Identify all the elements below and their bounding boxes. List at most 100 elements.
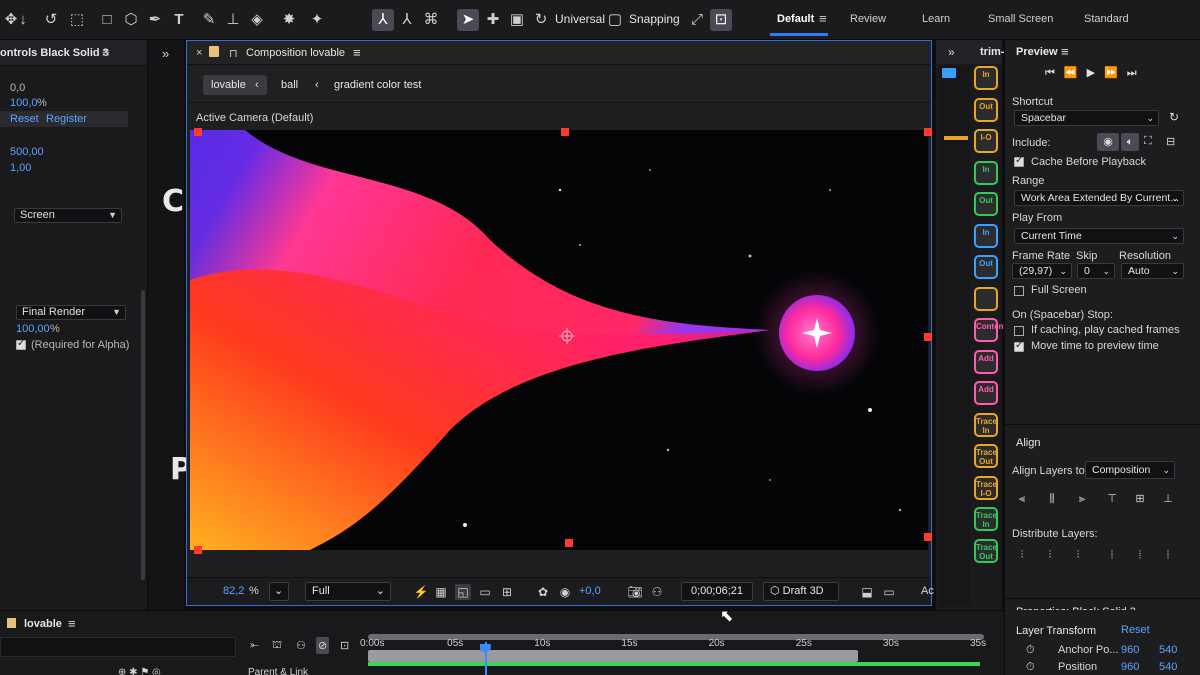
workspace-default[interactable]: Default [777,13,814,25]
timeline-close-icon[interactable] [7,618,16,628]
stamp-tool-icon[interactable]: ⊥ [222,9,244,31]
distribute-top-icon[interactable]: ⫶ [1015,548,1029,562]
trim-button[interactable]: Add [974,349,998,374]
include-video-eye-icon[interactable]: ◉ [1097,133,1119,151]
lock-icon[interactable]: ⊓ [229,47,238,60]
blend-mode-dropdown[interactable]: Screen ▼ [14,208,122,223]
distribute-vcenter-icon[interactable]: ⫶ [1043,548,1057,562]
workspace-small-screen[interactable]: Small Screen [988,13,1053,25]
param-value-1[interactable]: 0,0 [10,82,25,94]
zoom-value[interactable]: 82,2 [223,585,244,597]
trim-button[interactable]: Trace I-O [974,475,998,500]
align-horizontal-center-icon[interactable]: ⫼ [1045,492,1059,506]
timeline-comp-tab[interactable]: lovable [24,618,62,630]
param-value-2[interactable]: 100,0 [10,97,38,109]
distribute-bottom-icon[interactable]: ⫶ [1071,548,1085,562]
align-to-dropdown[interactable]: Composition ⌄ [1085,461,1175,479]
workspace-review[interactable]: Review [850,13,886,25]
show-snapshot-icon[interactable]: ⚇ [649,584,665,600]
workspace-menu-icon[interactable]: ≡ [819,11,827,26]
include-audio-speaker-icon[interactable]: 🔈︎ [1121,133,1139,151]
cube-tool-icon[interactable]: ⬡ [120,9,142,31]
move-time-checkbox[interactable] [1014,340,1024,352]
exposure-reset-icon[interactable]: ◉ [557,584,573,600]
reset-link[interactable]: Reset [10,113,39,125]
breadcrumb-ball[interactable]: ball [273,75,306,95]
renderer-button[interactable]: ⬡ Draft 3D [763,582,839,601]
panel-menu-icon[interactable]: ≡ [102,45,110,60]
trim-button[interactable]: Content [974,318,1006,342]
panel-menu-icon[interactable]: ≡ [1061,44,1069,59]
universal-label[interactable]: Universal [555,12,605,26]
snapping-label[interactable]: Snapping [629,12,680,26]
work-area-bar[interactable] [368,650,858,662]
register-link[interactable]: Register [46,113,87,125]
stopwatch-icon[interactable]: ⏱ [1026,644,1035,657]
trim-button[interactable]: I-O [974,129,998,153]
stopwatch-icon[interactable]: ⏱ [1026,661,1035,674]
workspace-standard[interactable]: Standard [1084,13,1129,25]
reset-shortcut-icon[interactable]: ↻ [1169,110,1179,124]
workspace-learn[interactable]: Learn [922,13,950,25]
first-frame-icon[interactable]: ⏮ [1045,67,1064,79]
transform-handle[interactable] [194,128,202,136]
align-top-icon[interactable]: ⊤ [1105,492,1119,506]
timeline-search-input[interactable] [0,637,236,657]
region-of-interest-icon[interactable]: ▭ [477,584,493,600]
draft-3d-icon[interactable]: ⛫ [272,639,282,653]
trim-button[interactable]: Trace In [974,507,998,531]
prev-frame-icon[interactable]: ⏪ [1064,67,1087,79]
anchor-x-value[interactable]: 960 [1121,644,1139,656]
brush-tool-icon[interactable]: ✎ [198,9,220,31]
panel-menu-icon[interactable]: ≡ [353,45,361,60]
snapping-checkbox-icon[interactable]: ▢ [604,9,626,31]
play-icon[interactable]: ▶ [1087,67,1104,79]
if-caching-checkbox[interactable] [1014,326,1024,336]
selection-tool-icon[interactable]: ➤ [457,9,479,31]
play-from-dropdown[interactable]: Current Time ⌄ [1014,228,1184,244]
hand-tool-icon[interactable]: ✚ [482,9,504,31]
snapshot-camera-icon[interactable]: 📷︎ [627,584,643,600]
trim-tab[interactable]: trim- [980,46,1004,58]
universal-icon[interactable]: ↻ [530,9,552,31]
expand-panels-icon[interactable]: » [162,46,169,61]
trim-button[interactable]: Out [974,255,998,279]
align-right-icon[interactable]: ⫸ [1075,492,1089,506]
zoom-box-icon[interactable]: ▣ [506,9,528,31]
align-vertical-center-icon[interactable]: ⊞ [1133,492,1147,506]
alpha-checkbox[interactable] [16,338,26,350]
frame-rate-dropdown[interactable]: (29,97) ⌄ [1012,263,1072,279]
transform-handle[interactable] [924,533,932,541]
expand-panels-icon[interactable]: » [948,45,955,59]
param-value-3[interactable]: 500,00 [10,146,44,158]
trim-button[interactable]: In [974,160,998,185]
puppet-pin-icon[interactable]: ✦ [306,9,328,31]
distribute-right-icon[interactable]: ⦙ [1161,548,1175,562]
resolution-dropdown[interactable]: Full ⌄ [305,582,391,601]
properties-reset-link[interactable]: Reset [1121,624,1150,636]
transform-handle[interactable] [565,539,573,547]
mask-path-icon[interactable]: ◱ [455,584,471,600]
include-overlays-icon[interactable]: ⛶ [1144,135,1152,148]
eraser-tool-icon[interactable]: ◈ [246,9,268,31]
3d-view-icon[interactable]: ⬓ [859,584,875,600]
transform-handle[interactable] [194,546,202,554]
type-tool-icon[interactable]: T [168,9,190,31]
breadcrumb-gradient[interactable]: gradient color test [326,75,429,95]
transparency-grid-icon[interactable]: ▦ [433,584,449,600]
graph-editor-icon[interactable]: ⊡ [340,639,349,652]
zoom-dropdown[interactable]: ⌄ [269,582,289,601]
breadcrumb-lovable[interactable]: lovable ‹ [203,75,267,95]
param-value-4[interactable]: 1,00 [10,162,31,174]
trim-button[interactable]: Add [974,381,998,405]
anchor-y-value[interactable]: 540 [1159,644,1177,656]
rotate-tool-icon[interactable]: ↺ [40,9,62,31]
composition-tab-title[interactable]: Composition lovable [246,47,345,59]
snap-target-icon[interactable]: ⊡ [710,9,732,31]
effect-controls-scrollbar[interactable] [141,290,145,580]
transform-handle[interactable] [561,128,569,136]
position-y-value[interactable]: 540 [1159,661,1177,673]
cache-before-checkbox[interactable] [1014,155,1024,167]
pen-tool-icon[interactable]: ✒ [144,9,166,31]
last-frame-icon[interactable]: ⏭ [1127,67,1146,79]
